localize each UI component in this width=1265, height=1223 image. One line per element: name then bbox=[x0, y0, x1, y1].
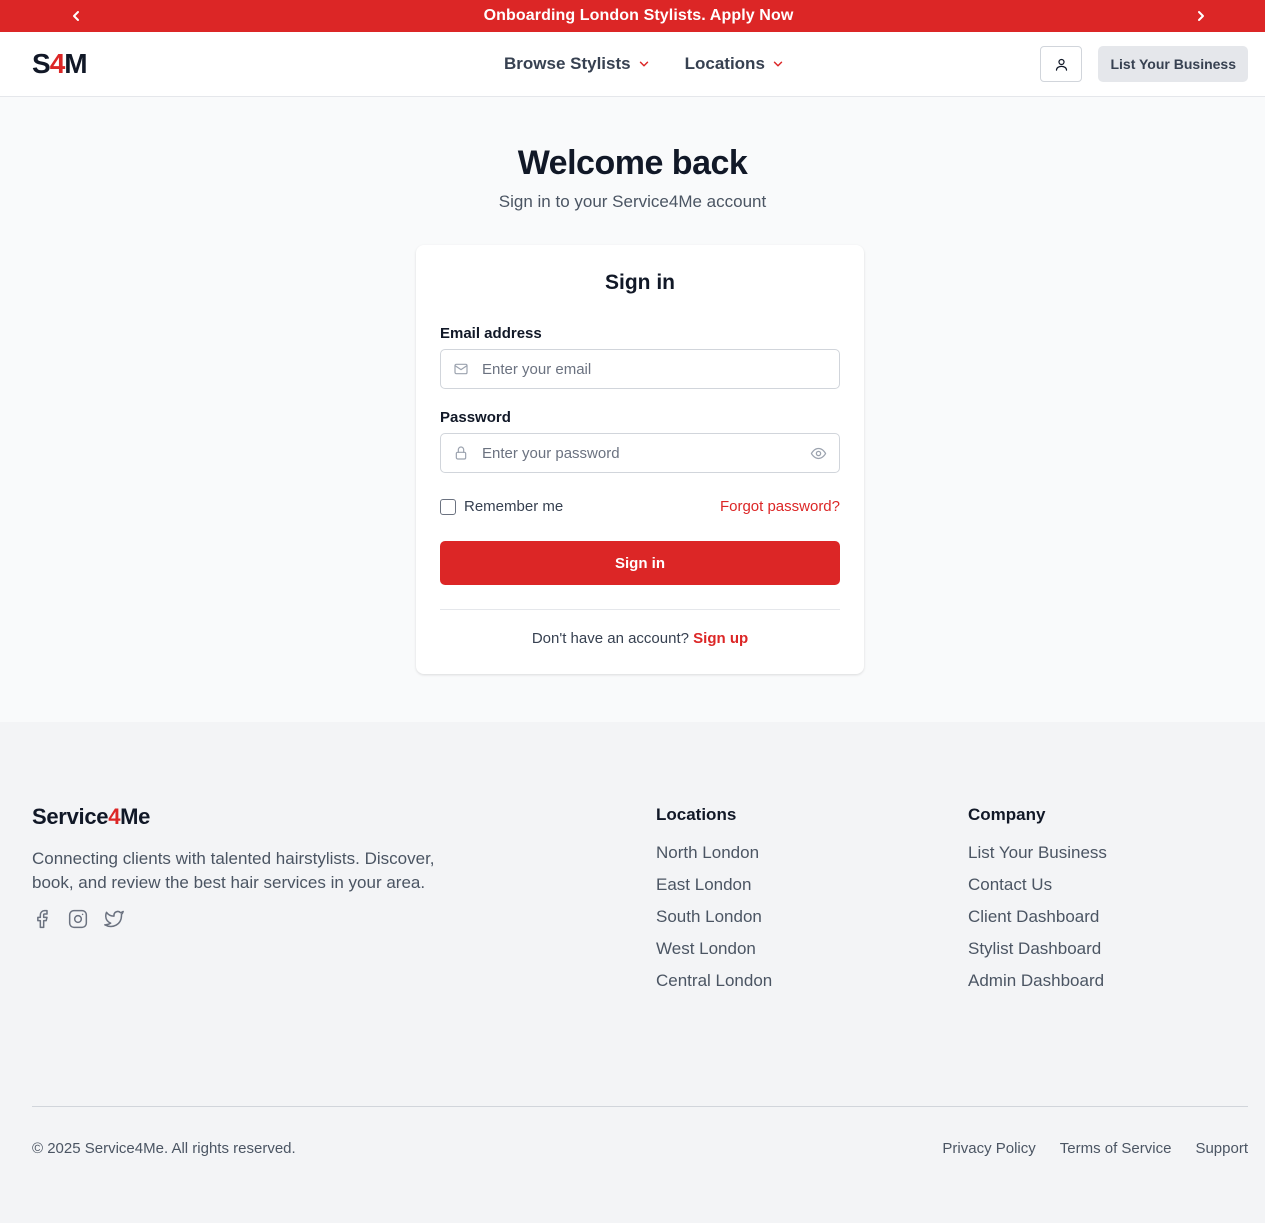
legal-links: Privacy Policy Terms of Service Support bbox=[942, 1140, 1248, 1157]
copyright: © 2025 Service4Me. All rights reserved. bbox=[32, 1140, 296, 1157]
site-footer: Service4Me Connecting clients with talen… bbox=[0, 722, 1265, 1223]
card-title: Sign in bbox=[605, 271, 675, 294]
twitter-icon[interactable] bbox=[104, 909, 124, 929]
header-actions: List Your Business bbox=[1040, 46, 1248, 82]
brand-accent: 4 bbox=[108, 804, 121, 829]
support-link[interactable]: Support bbox=[1195, 1140, 1248, 1157]
remember-me-label: Remember me bbox=[464, 498, 564, 515]
site-header: S4M Browse Stylists Locations List Your … bbox=[0, 32, 1265, 97]
no-account-text: Don't have an account? bbox=[531, 630, 689, 647]
brand-prefix: Service bbox=[32, 804, 109, 829]
sign-in-button[interactable]: Sign in bbox=[440, 541, 840, 585]
footer-link-stylist-dashboard[interactable]: Stylist Dashboard bbox=[968, 939, 1107, 971]
footer-locations: Locations North London East London South… bbox=[656, 805, 772, 1003]
brand-suffix: Me bbox=[120, 804, 151, 829]
chevron-down-icon bbox=[773, 61, 783, 67]
footer-link-client-dashboard[interactable]: Client Dashboard bbox=[968, 907, 1107, 939]
footer-brand: Service4Me bbox=[32, 804, 150, 830]
nav-locations-label: Locations bbox=[684, 54, 765, 73]
footer-link-central-london[interactable]: Central London bbox=[656, 971, 772, 1003]
list-business-button[interactable]: List Your Business bbox=[1098, 46, 1248, 82]
mail-icon bbox=[453, 361, 469, 377]
footer-link-contact[interactable]: Contact Us bbox=[968, 875, 1107, 907]
footer-tagline: Connecting clients with talented hairsty… bbox=[32, 849, 435, 892]
footer-locations-heading: Locations bbox=[656, 805, 737, 824]
remember-me[interactable]: Remember me bbox=[440, 498, 563, 515]
footer-company-heading: Company bbox=[968, 805, 1046, 824]
eye-icon[interactable] bbox=[810, 445, 827, 462]
footer-link-admin-dashboard[interactable]: Admin Dashboard bbox=[968, 971, 1107, 1003]
footer-link-list-business[interactable]: List Your Business bbox=[968, 843, 1107, 875]
chevron-right-icon[interactable] bbox=[1189, 4, 1213, 28]
password-input[interactable] bbox=[482, 444, 810, 462]
account-button[interactable] bbox=[1040, 46, 1083, 82]
footer-company: Company List Your Business Contact Us Cl… bbox=[968, 805, 1107, 1003]
logo[interactable]: S4M bbox=[32, 48, 88, 80]
social-links bbox=[32, 909, 124, 929]
nav-browse-stylists[interactable]: Browse Stylists bbox=[504, 54, 651, 74]
nav-browse-stylists-label: Browse Stylists bbox=[504, 54, 631, 73]
forgot-password-link[interactable]: Forgot password? bbox=[720, 498, 840, 515]
email-label: Email address bbox=[440, 325, 542, 342]
user-icon bbox=[1055, 58, 1068, 71]
card-divider bbox=[440, 609, 840, 610]
lock-icon bbox=[453, 445, 469, 461]
logo-suffix: M bbox=[64, 48, 87, 79]
facebook-icon[interactable] bbox=[32, 909, 52, 929]
email-field-wrapper bbox=[440, 349, 840, 389]
password-field-wrapper bbox=[440, 433, 840, 473]
email-input[interactable] bbox=[482, 360, 827, 378]
logo-accent: 4 bbox=[49, 48, 66, 79]
remember-me-checkbox[interactable] bbox=[440, 498, 456, 515]
page-subtitle: Sign in to your Service4Me account bbox=[498, 192, 767, 211]
instagram-icon[interactable] bbox=[68, 909, 88, 929]
chevron-left-icon[interactable] bbox=[64, 4, 88, 28]
logo-prefix: S bbox=[32, 48, 51, 79]
signup-prompt: Don't have an account? Sign up bbox=[416, 630, 864, 647]
nav-locations[interactable]: Locations bbox=[685, 54, 785, 74]
sign-up-link[interactable]: Sign up bbox=[693, 630, 748, 647]
password-label: Password bbox=[440, 409, 511, 426]
footer-link-north-london[interactable]: North London bbox=[656, 843, 772, 875]
main-nav: Browse Stylists Locations bbox=[504, 32, 785, 96]
sign-in-card: Sign in Email address Password Remember … bbox=[416, 245, 864, 674]
terms-link[interactable]: Terms of Service bbox=[1060, 1140, 1172, 1157]
footer-link-east-london[interactable]: East London bbox=[656, 875, 772, 907]
main-content: Welcome back Sign in to your Service4Me … bbox=[0, 97, 1265, 722]
footer-divider bbox=[32, 1106, 1248, 1107]
footer-link-west-london[interactable]: West London bbox=[656, 939, 772, 971]
chevron-down-icon bbox=[639, 61, 648, 67]
footer-link-south-london[interactable]: South London bbox=[656, 907, 772, 939]
announcement-link[interactable]: Onboarding London Stylists. Apply Now bbox=[484, 7, 794, 25]
page-title: Welcome back bbox=[517, 144, 748, 182]
announcement-bar: Onboarding London Stylists. Apply Now bbox=[0, 0, 1265, 32]
privacy-policy-link[interactable]: Privacy Policy bbox=[942, 1140, 1035, 1157]
